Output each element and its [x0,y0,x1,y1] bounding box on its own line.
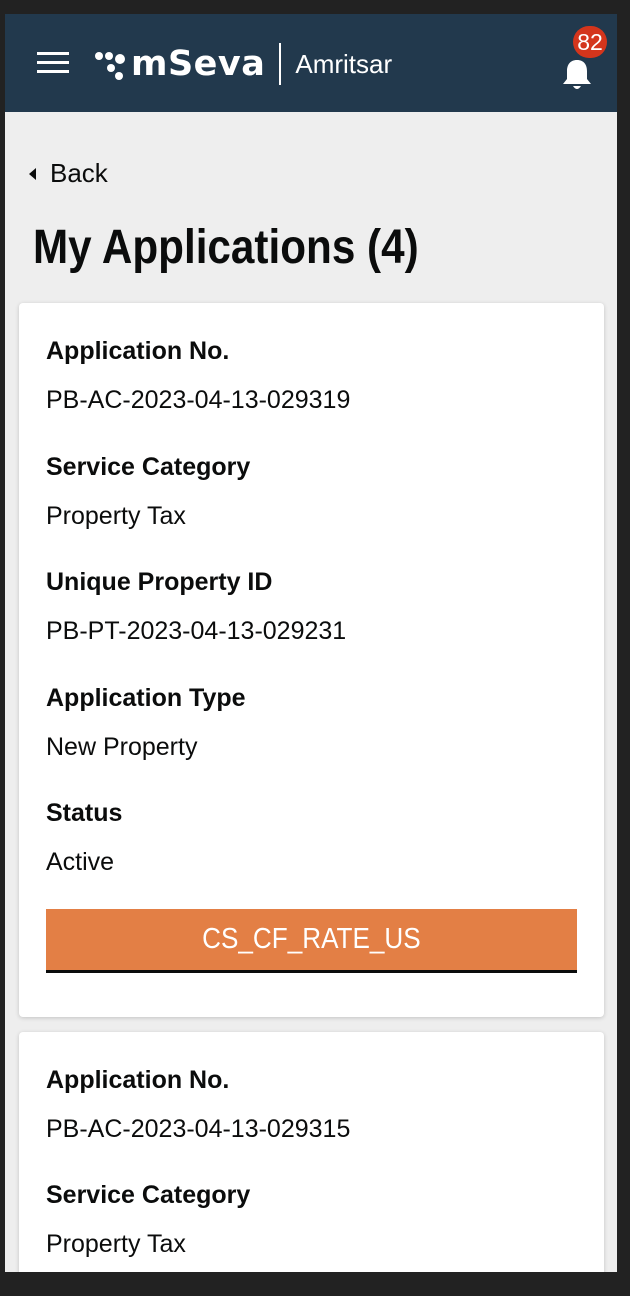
application-type-field: Application Type New Property [46,684,246,762]
back-label: Back [50,158,108,188]
service-category-field: Service Category Property Tax [46,453,250,531]
service-category-field: Service Category Property Tax [46,1181,250,1259]
application-no-field: Application No. PB-AC-2023-04-13-029319 [46,337,350,415]
field-value: New Property [46,733,198,761]
top-header: mSeva Amritsar 82 [5,14,617,112]
field-value: PB-AC-2023-04-13-029319 [46,386,351,414]
caret-left-icon [29,167,36,180]
application-no-field: Application No. PB-AC-2023-04-13-029315 [46,1066,350,1144]
status-field: Status Active [46,799,122,877]
field-value: Property Tax [46,502,186,530]
city-name: Amritsar [295,48,393,79]
field-label: Status [46,799,123,827]
mseva-logo-mark-icon [93,46,129,82]
mseva-logo: mSeva Amritsar [93,42,392,86]
app-frame: mSeva Amritsar 82 Back My Applications (… [5,14,617,1272]
bell-icon[interactable] [561,58,593,92]
field-label: Application Type [46,684,246,712]
notification-count-badge: 82 [573,26,607,58]
application-card: Application No. PB-AC-2023-04-13-029315 … [19,1032,604,1272]
logo-text: mSeva [131,44,266,84]
field-value: PB-AC-2023-04-13-029315 [46,1115,351,1143]
rate-us-button[interactable]: CS_CF_RATE_US [46,909,577,973]
field-label: Application No. [46,337,230,365]
field-label: Application No. [46,1066,230,1094]
field-label: Service Category [46,1181,251,1209]
field-label: Unique Property ID [46,568,273,596]
application-card: Application No. PB-AC-2023-04-13-029319 … [19,303,604,1017]
logo-divider [279,43,282,85]
rate-us-label: CS_CF_RATE_US [202,923,421,955]
field-value: PB-PT-2023-04-13-029231 [46,617,347,645]
back-link[interactable]: Back [29,158,108,189]
hamburger-menu-icon[interactable] [37,52,69,76]
status-value: Active [46,848,115,876]
page-title: My Applications (4) [33,221,419,274]
field-value: Property Tax [46,1230,186,1258]
property-id-field: Unique Property ID PB-PT-2023-04-13-0292… [46,568,346,646]
field-label: Service Category [46,453,251,481]
